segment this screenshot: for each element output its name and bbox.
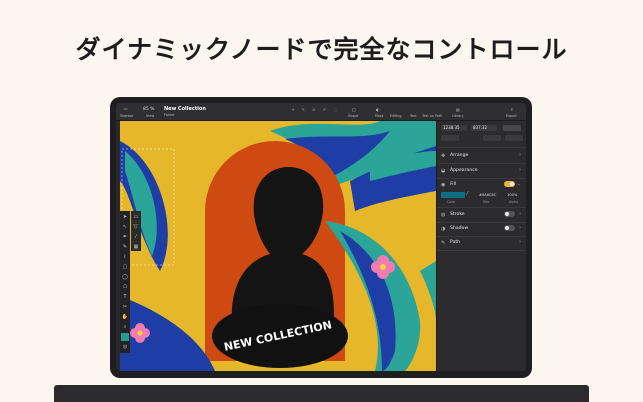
shadow-section[interactable]: ◑ Shadow ›	[441, 224, 523, 234]
appearance-label: Appearance	[450, 168, 478, 173]
shape-icon[interactable]: □	[352, 107, 356, 112]
lasso-tool-icon[interactable]: ➰	[132, 223, 140, 231]
shadow-icon: ◑	[441, 226, 446, 232]
library-icon[interactable]: ▤	[456, 107, 460, 112]
arrange-section[interactable]: ✥ Arrange ›	[441, 151, 523, 161]
canvas[interactable]: NEW COLLECTION	[120, 121, 436, 371]
fill-section[interactable]: ◉ Fill ⌄	[441, 180, 523, 190]
eyedropper-icon[interactable]: ⁄	[132, 233, 140, 241]
divider	[437, 236, 526, 237]
sub-tool-palette: ▭ ➰ ⁄ ▦	[131, 211, 141, 251]
arrange-label: Arrange	[450, 153, 469, 158]
scissors-tool-icon[interactable]: ✂	[121, 303, 129, 311]
library-label: Library	[452, 114, 464, 118]
gradient-tool-icon[interactable]: ▦	[132, 243, 140, 251]
pen-tool-icon[interactable]: ✒	[121, 233, 129, 241]
divider	[437, 163, 526, 164]
toolbar: ▭ Sidebar 85 % View New Collection Folde…	[116, 103, 526, 121]
doc-title[interactable]: New Collection	[164, 106, 206, 112]
ellipse-tool-icon[interactable]: ◯	[121, 273, 129, 281]
divider	[437, 250, 526, 251]
text-label: Text	[410, 114, 417, 118]
fill-alpha-caption: Alpha	[509, 200, 519, 204]
path-tools-icons[interactable]: ⌖ ✎ ⊘ ✐ ◌	[292, 107, 340, 112]
text-tool-icon[interactable]: T	[121, 293, 129, 301]
polygon-tool-icon[interactable]: ⬠	[121, 283, 129, 291]
headline: ダイナミックノードで完全なコントロール	[75, 35, 568, 64]
y-position-field[interactable]: 837.32	[471, 125, 497, 131]
shadow-toggle[interactable]	[504, 225, 515, 231]
fill-toggle[interactable]	[504, 181, 515, 187]
inspector-panel: 1238.35 837.32 ✥ Arrange › ◒ Appearance …	[436, 121, 526, 371]
chevron-right-icon: ›	[519, 152, 521, 158]
stroke-swatch-icon[interactable]: ◎	[121, 343, 129, 351]
path-section[interactable]: ✎ Path ›	[441, 238, 523, 248]
artwork: NEW COLLECTION	[120, 121, 436, 371]
stroke-label: Stroke	[450, 212, 465, 217]
shape-tool-icon[interactable]: ▢	[121, 263, 129, 271]
align-buttons	[441, 135, 523, 142]
divider	[437, 147, 526, 148]
tool-palette: ➤ ↖ ✒ ✎ ⌇ ▢ ◯ ⬠ T ✂ ✋ ⌕ ◎	[120, 211, 130, 353]
export-icon[interactable]: ⇪	[510, 107, 513, 112]
align-center-button[interactable]	[483, 135, 501, 141]
rect-tool-icon[interactable]: ▭	[132, 213, 140, 221]
pencil-tool-icon[interactable]: ✎	[121, 243, 129, 251]
shadow-label: Shadow	[450, 226, 469, 231]
direct-select-icon[interactable]: ↖	[121, 223, 129, 231]
stroke-icon: ◍	[441, 212, 446, 218]
chevron-right-icon: ›	[519, 239, 521, 245]
app-window: ▭ Sidebar 85 % View New Collection Folde…	[116, 103, 526, 371]
fill-hex-caption: Hex	[483, 200, 490, 204]
mask-icon[interactable]: ◐	[376, 107, 380, 112]
chevron-right-icon: ›	[519, 167, 521, 173]
editing-label: Editing	[390, 114, 402, 118]
mask-label: Mask	[375, 114, 384, 118]
align-left-button[interactable]	[441, 135, 459, 141]
path-label: Path	[450, 240, 461, 245]
brush-tool-icon[interactable]: ⌇	[121, 253, 129, 261]
divider	[437, 207, 526, 208]
appearance-section[interactable]: ◒ Appearance ›	[441, 166, 523, 176]
align-right-button[interactable]	[505, 135, 523, 141]
hand-tool-icon[interactable]: ✋	[121, 313, 129, 321]
doc-subtitle: Folder	[164, 113, 175, 117]
text-on-path-label: Text on Path	[422, 114, 443, 118]
x-position-field[interactable]: 1238.35	[441, 125, 467, 131]
fill-hex-value[interactable]: #0A6C8C	[479, 193, 496, 197]
view-label: View	[146, 114, 155, 118]
export-label: Export	[506, 114, 517, 118]
fill-opacity-value[interactable]: 100%	[507, 193, 517, 197]
sidebar-label: Sidebar	[120, 114, 134, 118]
arrange-icon: ✥	[441, 153, 446, 159]
chevron-down-icon: ⌄	[516, 181, 521, 187]
divider	[437, 178, 526, 179]
chevron-right-icon: ›	[519, 225, 521, 231]
select-tool-icon[interactable]: ➤	[121, 213, 129, 221]
fill-icon: ◉	[441, 182, 446, 188]
zoom-level[interactable]: 85 %	[143, 107, 154, 112]
fill-swatch-icon[interactable]	[121, 333, 129, 341]
stroke-section[interactable]: ◍ Stroke ›	[441, 210, 523, 220]
path-icon: ✎	[441, 240, 446, 246]
divider	[437, 222, 526, 223]
fill-label: Fill	[450, 182, 457, 187]
lock-toggle[interactable]	[503, 125, 521, 131]
sidebar-icon[interactable]: ▭	[124, 106, 128, 111]
fill-color-swatch[interactable]	[441, 192, 465, 198]
chevron-right-icon: ›	[519, 211, 521, 217]
fill-color-caption: Color	[447, 200, 456, 204]
shape-label: Shape	[348, 114, 359, 118]
zoom-tool-icon[interactable]: ⌕	[121, 323, 129, 331]
eyedropper-icon[interactable]: ⁄	[467, 191, 468, 197]
laptop-base	[54, 385, 589, 402]
stroke-toggle[interactable]	[504, 211, 515, 217]
appearance-icon: ◒	[441, 168, 446, 174]
